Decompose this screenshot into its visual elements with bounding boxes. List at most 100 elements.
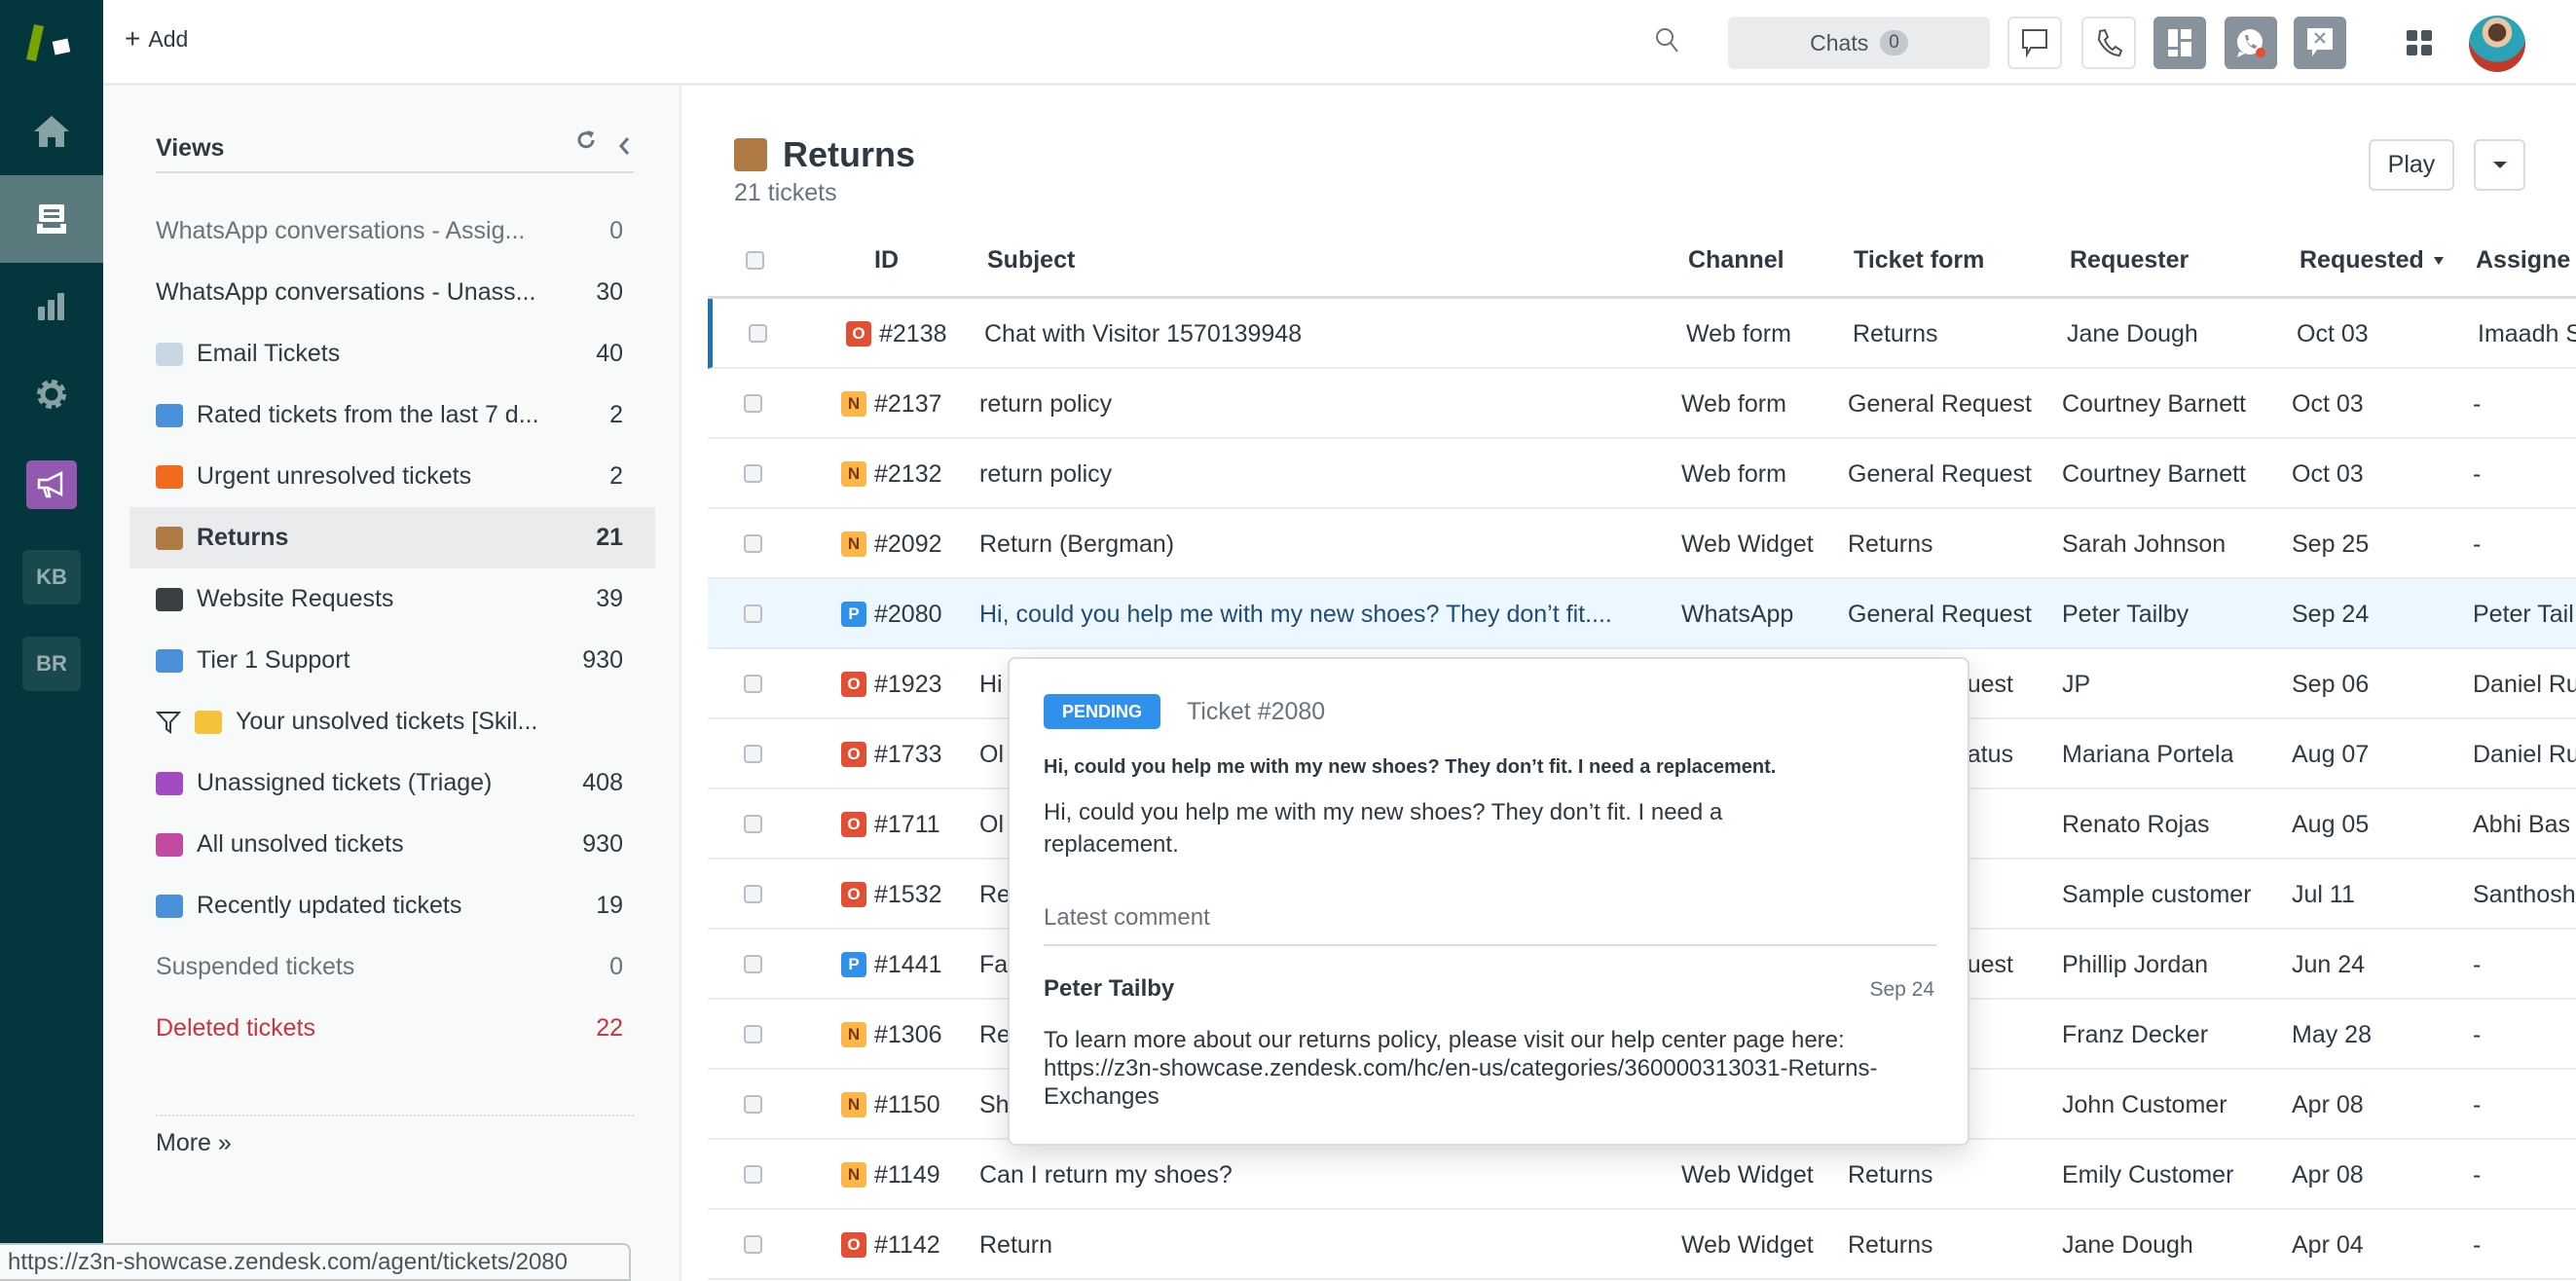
- ticket-subject[interactable]: Can I return my shoes?: [979, 1140, 1408, 1210]
- row-checkbox[interactable]: [744, 534, 762, 553]
- row-checkbox[interactable]: [744, 815, 762, 833]
- view-label: Urgent unresolved tickets: [197, 462, 472, 490]
- row-checkbox[interactable]: [744, 885, 762, 903]
- fire-emoji-icon: [156, 464, 183, 489]
- column-requester[interactable]: Requester: [2070, 246, 2189, 274]
- view-item[interactable]: Website Requests 39: [156, 568, 623, 630]
- ticket-assignee: -: [2473, 1231, 2482, 1259]
- view-label: Your unsolved tickets [Skil...: [236, 708, 538, 735]
- row-checkbox[interactable]: [744, 675, 762, 693]
- ticket-id: #1532: [874, 881, 942, 908]
- talk-app-icon[interactable]: [2225, 17, 2277, 69]
- ticket-row[interactable]: O #1142 Return Web Widget Returns Jane Dough A…: [708, 1210, 2576, 1280]
- row-checkbox[interactable]: [744, 1235, 762, 1254]
- view-item[interactable]: Suspended tickets 0: [156, 936, 623, 998]
- layout-app-icon[interactable]: [2153, 17, 2206, 69]
- ticket-row[interactable]: N #2132 return policy Web form General Reque…: [708, 439, 2576, 509]
- ticket-id: #2080: [874, 601, 942, 628]
- view-label: WhatsApp conversations - Assig...: [156, 217, 526, 244]
- view-item[interactable]: Your unsolved tickets [Skil...: [156, 691, 623, 752]
- row-checkbox[interactable]: [744, 464, 762, 483]
- product-nav: KB BR: [0, 0, 103, 1281]
- home-icon[interactable]: [0, 88, 103, 175]
- ticket-subject[interactable]: return policy: [979, 439, 1408, 509]
- row-checkbox[interactable]: [744, 1095, 762, 1114]
- ticket-subject[interactable]: Return: [979, 1210, 1408, 1280]
- view-item[interactable]: WhatsApp conversations - Assig... 0: [156, 201, 623, 262]
- pointing-up-emoji-icon: [195, 710, 222, 734]
- status-badge: O: [846, 321, 871, 347]
- status-badge: P: [841, 952, 866, 977]
- search-icon[interactable]: [1655, 27, 1680, 59]
- status-badge: N: [841, 1162, 866, 1188]
- ticket-assignee: Abhi Bas: [2473, 811, 2571, 838]
- br-app-icon[interactable]: BR: [0, 620, 103, 708]
- chat-icon[interactable]: [2007, 17, 2062, 69]
- row-checkbox[interactable]: [744, 955, 762, 973]
- zendesk-logo[interactable]: [0, 0, 103, 88]
- ticket-subject[interactable]: Return (Bergman): [979, 509, 1408, 579]
- ticket-row[interactable]: O #2138 Chat with Visitor 1570139948 Web fo…: [708, 299, 2576, 369]
- status-badge: N: [841, 461, 866, 487]
- column-id[interactable]: ID: [874, 246, 899, 274]
- kb-app-icon[interactable]: KB: [0, 533, 103, 621]
- view-item[interactable]: Deleted tickets 22: [156, 998, 623, 1059]
- close-chat-app-icon[interactable]: [2294, 17, 2346, 69]
- ticket-subject[interactable]: return policy: [979, 369, 1408, 439]
- ticket-id: #2137: [874, 390, 942, 418]
- view-item[interactable]: Rated tickets from the last 7 d... 2: [156, 384, 623, 446]
- ticket-channel: Web Widget: [1681, 1231, 1814, 1259]
- status-badge: PENDING: [1044, 694, 1160, 729]
- row-checkbox[interactable]: [744, 1025, 762, 1043]
- view-item[interactable]: Recently updated tickets 19: [156, 875, 623, 936]
- ticket-form: Returns: [1848, 1231, 1933, 1259]
- ticket-row[interactable]: N #2092 Return (Bergman) Web Widget Returns S…: [708, 509, 2576, 579]
- row-checkbox[interactable]: [744, 745, 762, 763]
- ticket-row[interactable]: N #2137 return policy Web form General Reque…: [708, 369, 2576, 439]
- refresh-icon[interactable]: [574, 128, 598, 157]
- row-checkbox[interactable]: [744, 394, 762, 413]
- collapse-chevron-icon[interactable]: [617, 136, 631, 161]
- column-subject[interactable]: Subject: [987, 246, 1075, 274]
- chats-button[interactable]: Chats 0: [1728, 17, 1990, 69]
- phone-icon[interactable]: [2081, 17, 2136, 69]
- ticket-requester: Sarah Johnson: [2062, 531, 2226, 558]
- column-requested[interactable]: Requested: [2300, 246, 2444, 274]
- admin-gear-icon[interactable]: [0, 350, 103, 438]
- play-options-button[interactable]: [2474, 139, 2525, 191]
- ticket-id: #1923: [874, 671, 942, 698]
- column-channel[interactable]: Channel: [1688, 246, 1785, 274]
- view-item[interactable]: Returns 21: [156, 507, 623, 568]
- ticket-id: #1149: [874, 1161, 940, 1189]
- play-button[interactable]: Play: [2369, 139, 2454, 191]
- megaphone-icon[interactable]: [0, 441, 103, 529]
- page-title: Returns: [783, 134, 916, 174]
- view-item[interactable]: Urgent unresolved tickets 2: [156, 446, 623, 507]
- views-icon[interactable]: [0, 175, 103, 263]
- view-item[interactable]: Unassigned tickets (Triage) 408: [156, 752, 623, 814]
- row-checkbox[interactable]: [744, 1165, 762, 1184]
- view-item[interactable]: WhatsApp conversations - Unass... 30: [156, 262, 623, 323]
- select-all-checkbox[interactable]: [746, 251, 764, 270]
- ticket-subject[interactable]: Chat with Visitor 1570139948: [984, 299, 1413, 369]
- more-views-link[interactable]: More »: [156, 1129, 232, 1157]
- view-item[interactable]: All unsolved tickets 930: [156, 814, 623, 875]
- view-count: 19: [596, 892, 623, 919]
- user-avatar[interactable]: [2469, 16, 2525, 72]
- ticket-row[interactable]: P #2080 Hi, could you help me with my new …: [708, 579, 2576, 649]
- row-checkbox[interactable]: [749, 324, 767, 343]
- apps-grid-icon[interactable]: [2407, 30, 2434, 62]
- ticket-assignee: -: [2473, 1021, 2482, 1048]
- add-button[interactable]: + Add: [125, 25, 188, 53]
- view-item[interactable]: Tier 1 Support 930: [156, 630, 623, 691]
- ticket-row[interactable]: N #1149 Can I return my shoes? Web Widget Re…: [708, 1140, 2576, 1210]
- ticket-form: General Request: [1848, 390, 2033, 418]
- row-checkbox[interactable]: [744, 604, 762, 623]
- reporting-icon[interactable]: [0, 263, 103, 350]
- column-assignee[interactable]: Assigne: [2476, 246, 2570, 274]
- column-ticket-form[interactable]: Ticket form: [1854, 246, 1984, 274]
- view-item[interactable]: Email Tickets 40: [156, 323, 623, 384]
- ticket-subject[interactable]: Hi, could you help me with my new shoes?…: [979, 579, 1675, 649]
- bar-chart-emoji-icon: [156, 403, 183, 427]
- ticket-channel: Web Widget: [1681, 531, 1814, 558]
